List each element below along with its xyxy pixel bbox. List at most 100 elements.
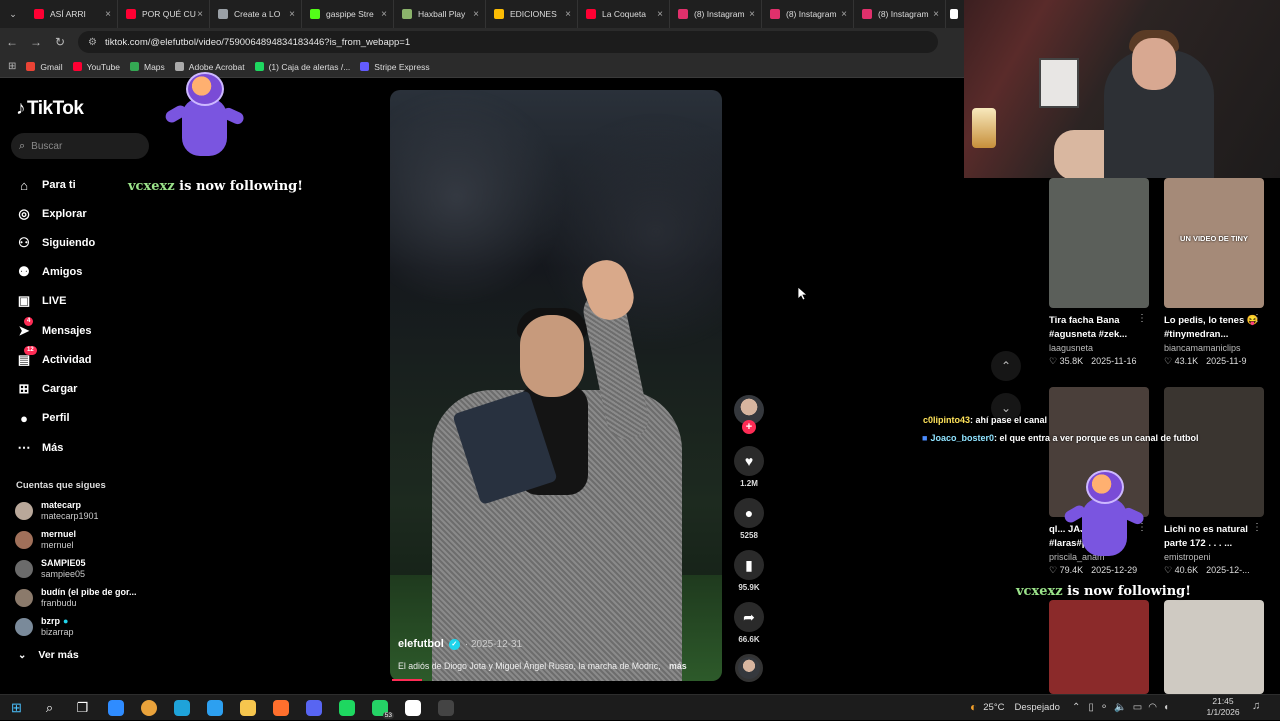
- close-tab-icon[interactable]: ×: [841, 9, 847, 20]
- video-thumbnail[interactable]: UN VIDEO DE TINY: [1164, 178, 1264, 308]
- share-button[interactable]: ➦ 66.6K: [734, 602, 764, 644]
- bookmark-item[interactable]: Gmail: [26, 62, 63, 72]
- browser-tab[interactable]: Create a LO ×: [210, 0, 302, 28]
- obs-taskbar-button[interactable]: [429, 695, 462, 721]
- video-author[interactable]: elefutbol ✓ · 2025-12-31: [398, 638, 522, 650]
- browser-tab[interactable]: gaspipe Stre ×: [302, 0, 394, 28]
- search-box[interactable]: ⌕: [11, 133, 149, 159]
- copilot-taskbar-button[interactable]: [99, 695, 132, 721]
- sound-disc-icon[interactable]: [735, 654, 763, 682]
- following-account[interactable]: SAMPIE05 sampiee05: [15, 556, 155, 582]
- discord-taskbar-button[interactable]: [297, 695, 330, 721]
- following-account[interactable]: bzrp ● bizarrap: [15, 614, 155, 640]
- video-player[interactable]: [390, 90, 722, 681]
- video-author[interactable]: laagusneta: [1049, 342, 1149, 355]
- address-bar[interactable]: ⚙ tiktok.com/@elefutbol/video/7590064894…: [78, 31, 938, 53]
- browser-tab[interactable]: [946, 0, 966, 28]
- nav-item-profile[interactable]: ● Perfil: [16, 407, 156, 429]
- nav-item-live[interactable]: ▣ LIVE: [16, 290, 156, 312]
- close-tab-icon[interactable]: ×: [565, 9, 571, 20]
- recommended-video-card[interactable]: Lichi no es natural parte 172 . . . ... ⋮…: [1164, 387, 1264, 577]
- close-tab-icon[interactable]: ×: [749, 9, 755, 20]
- caption-more-button[interactable]: más: [669, 661, 687, 671]
- tab-search-button[interactable]: ⌄: [0, 0, 26, 28]
- close-tab-icon[interactable]: ×: [105, 9, 111, 20]
- windows-taskbar-button[interactable]: ⊞: [0, 695, 33, 721]
- close-tab-icon[interactable]: ×: [933, 9, 939, 20]
- close-tab-icon[interactable]: ×: [197, 9, 203, 20]
- apps-grid-icon[interactable]: ⊞: [8, 61, 16, 72]
- comment-button[interactable]: ● 5258: [734, 498, 764, 540]
- chrome-taskbar-button[interactable]: [132, 695, 165, 721]
- firefox-taskbar-button[interactable]: [264, 695, 297, 721]
- explorer-taskbar-button[interactable]: [231, 695, 264, 721]
- close-tab-icon[interactable]: ×: [657, 9, 663, 20]
- browser-tab[interactable]: Haxball Play ×: [394, 0, 486, 28]
- capcut-taskbar-button[interactable]: [396, 695, 429, 721]
- task-view-taskbar-button[interactable]: ❐: [66, 695, 99, 721]
- bookmark-item[interactable]: YouTube: [72, 62, 120, 72]
- back-icon[interactable]: ←: [0, 35, 24, 49]
- following-account[interactable]: budín (el pibe de gor... franbudu: [15, 585, 155, 611]
- nav-item-compass[interactable]: ◎ Explorar: [16, 203, 156, 225]
- weather-widget[interactable]: ◐ 25°C Despejado: [970, 696, 1060, 718]
- system-tray[interactable]: ⌃ ▯ ⚬ 🔈 ▭ ◠ ◖: [1072, 696, 1169, 718]
- spotify-taskbar-button[interactable]: [330, 695, 363, 721]
- following-account[interactable]: mernuel mernuel: [15, 527, 155, 553]
- video-author[interactable]: biancamamaniclips: [1164, 342, 1264, 355]
- search-input[interactable]: [31, 140, 132, 152]
- close-tab-icon[interactable]: ×: [473, 9, 479, 20]
- nav-item-friends[interactable]: ⚉ Amigos: [16, 261, 156, 283]
- more-icon: ⋯: [17, 440, 31, 455]
- taskbar-clock[interactable]: 21:45 1/1/2026: [1200, 696, 1246, 718]
- close-tab-icon[interactable]: ×: [289, 9, 295, 20]
- browser-tab[interactable]: ASÍ ARRI ×: [26, 0, 118, 28]
- save-button[interactable]: ▮ 95.9K: [734, 550, 764, 592]
- chevron-up-icon[interactable]: ⌃: [1072, 702, 1080, 713]
- browser-tab[interactable]: (8) Instagram ×: [854, 0, 946, 28]
- store-taskbar-button[interactable]: [198, 695, 231, 721]
- video-author[interactable]: emistropeni: [1164, 551, 1264, 564]
- more-options-icon[interactable]: ⋮: [1252, 313, 1262, 324]
- recommended-video-card[interactable]: UN VIDEO DE TINY Lo pedis, lo tenes 😝 #ti…: [1164, 178, 1264, 368]
- video-thumbnail[interactable]: [1164, 387, 1264, 517]
- site-info-icon[interactable]: ⚙: [88, 37, 97, 48]
- see-more-button[interactable]: ⌄ Ver más: [18, 649, 79, 661]
- notification-bell-icon[interactable]: ♫: [1252, 700, 1260, 712]
- bookmark-favicon-icon: [130, 62, 139, 71]
- browser-tab[interactable]: La Coqueta ×: [578, 0, 670, 28]
- nav-item-activity[interactable]: ▤ 12 Actividad: [16, 346, 156, 371]
- browser-tab[interactable]: (8) Instagram ×: [762, 0, 854, 28]
- recommended-video-card[interactable]: [1164, 600, 1264, 694]
- forward-icon[interactable]: →: [24, 35, 48, 49]
- following-account[interactable]: matecarp matecarp1901: [15, 498, 155, 524]
- tiktok-logo[interactable]: ♪ TikTok: [16, 98, 84, 120]
- close-tab-icon[interactable]: ×: [381, 9, 387, 20]
- previous-video-button[interactable]: ⌃: [991, 351, 1021, 381]
- edge-taskbar-button[interactable]: [165, 695, 198, 721]
- search-taskbar-button[interactable]: ⌕: [33, 695, 66, 721]
- whatsapp-taskbar-button[interactable]: 53: [363, 695, 396, 721]
- tab-title: ASÍ ARRI: [50, 9, 86, 19]
- more-options-icon[interactable]: ⋮: [1252, 522, 1262, 533]
- video-thumbnail[interactable]: [1049, 178, 1149, 308]
- bookmark-item[interactable]: (1) Caja de alertas /...: [254, 62, 350, 72]
- reload-icon[interactable]: ↻: [48, 35, 72, 49]
- follow-plus-icon[interactable]: +: [742, 420, 756, 434]
- video-thumbnail[interactable]: [1049, 600, 1149, 694]
- recommended-video-card[interactable]: [1049, 600, 1149, 694]
- nav-item-following[interactable]: ⚇ Siguiendo: [16, 232, 156, 254]
- nav-item-more[interactable]: ⋯ Más: [16, 437, 156, 459]
- browser-tab[interactable]: EDICIONES ×: [486, 0, 578, 28]
- nav-item-upload[interactable]: ⊞ Cargar: [16, 378, 156, 400]
- verified-icon: ●: [63, 616, 69, 626]
- recommended-video-card[interactable]: Tira facha Bana #agusneta #zek... ⋮ laagus…: [1049, 178, 1149, 368]
- bookmark-item[interactable]: Stripe Express: [360, 62, 430, 72]
- browser-tab[interactable]: (8) Instagram ×: [670, 0, 762, 28]
- more-options-icon[interactable]: ⋮: [1137, 313, 1147, 324]
- like-button[interactable]: ♥ 1.2M: [734, 446, 764, 488]
- browser-tab[interactable]: POR QUÉ CU ×: [118, 0, 210, 28]
- video-thumbnail[interactable]: [1164, 600, 1264, 694]
- nav-item-messages[interactable]: ➤ 4 Mensajes: [16, 317, 156, 342]
- video-progress-bar[interactable]: [392, 679, 422, 681]
